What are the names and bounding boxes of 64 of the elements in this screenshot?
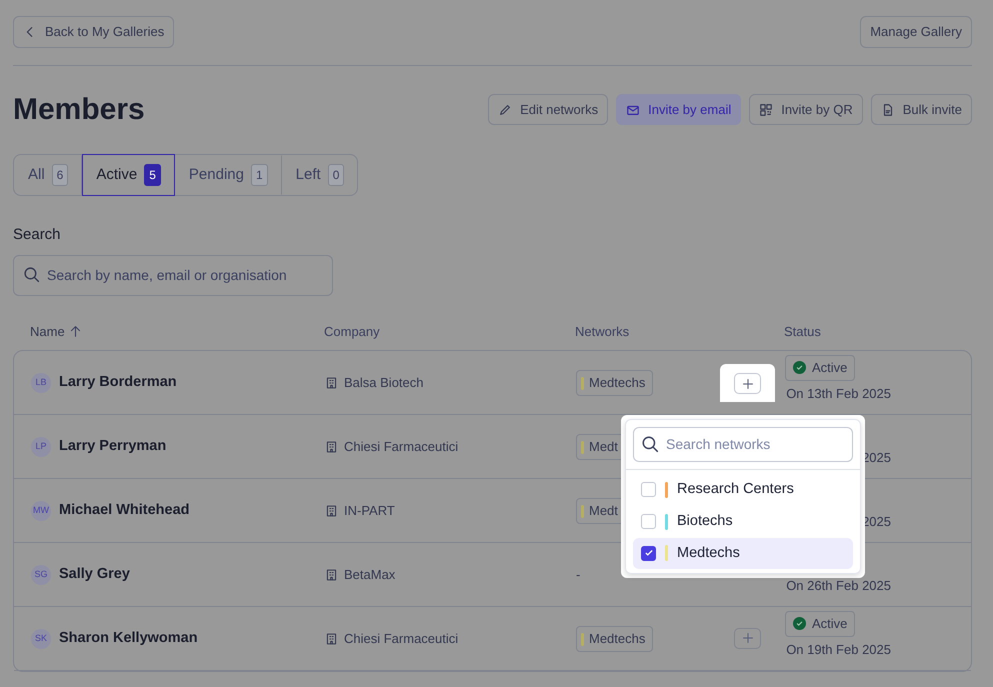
- avatar: LP: [31, 437, 51, 458]
- back-button[interactable]: Back to My Galleries: [13, 16, 174, 48]
- avatar: LB: [31, 373, 51, 394]
- member-name: Michael Whitehead: [59, 501, 190, 520]
- building-icon: [325, 504, 338, 518]
- action-button[interactable]: Edit networks: [488, 94, 608, 126]
- member-name: Sharon Kellywoman: [59, 629, 198, 648]
- action-button[interactable]: Invite by QR: [749, 94, 863, 126]
- filter-tab[interactable]: Pending 1: [174, 154, 282, 196]
- company-name: Chiesi Farmaceutici: [344, 630, 458, 648]
- check-icon: [644, 548, 654, 558]
- action-button[interactable]: Invite by email: [616, 94, 742, 126]
- member-name: Sally Grey: [59, 565, 130, 584]
- filter-tab[interactable]: All 6: [14, 154, 82, 196]
- avatar: SK: [31, 629, 51, 650]
- company-name: IN-PART: [344, 502, 395, 520]
- network-tag: Medtechs: [576, 626, 654, 652]
- plus-icon: [742, 632, 754, 644]
- sort-arrow-up-icon: [68, 324, 82, 338]
- avatar: SG: [31, 565, 51, 586]
- count-badge: 5: [144, 164, 161, 186]
- status-badge: Active: [785, 611, 856, 637]
- joined-date: On 19th Feb 2025: [785, 640, 891, 659]
- check-circle-icon: [793, 361, 806, 374]
- search-field[interactable]: Search by name, email or organisation: [13, 254, 333, 296]
- company-name: Balsa Biotech: [344, 374, 424, 392]
- column-header: Networks: [575, 322, 630, 341]
- checkbox[interactable]: [641, 546, 656, 561]
- page-title: Members: [13, 92, 145, 128]
- building-icon: [325, 632, 338, 646]
- count-badge: 6: [52, 164, 68, 186]
- pencil-icon: [498, 102, 512, 117]
- joined-date: On 13th Feb 2025: [785, 384, 891, 403]
- network-option[interactable]: Research Centers: [633, 474, 853, 506]
- member-name: Larry Perryman: [59, 437, 166, 456]
- company-name: Chiesi Farmaceutici: [344, 438, 458, 456]
- count-badge: 1: [250, 164, 268, 186]
- building-icon: [325, 568, 338, 582]
- building-icon: [325, 376, 338, 390]
- search-label: Search: [13, 225, 62, 246]
- avatar: MW: [31, 501, 51, 522]
- search-icon: [23, 266, 40, 283]
- qr-code-icon: [759, 102, 774, 117]
- check-circle-icon: [793, 617, 806, 630]
- manage-gallery-button[interactable]: Manage Gallery: [860, 16, 972, 48]
- network-option[interactable]: Biotechs: [633, 506, 853, 538]
- joined-date: On 26th Feb 2025: [785, 576, 891, 595]
- count-badge: 0: [328, 164, 344, 186]
- building-icon: [325, 440, 338, 454]
- filter-tab[interactable]: Left 0: [282, 154, 358, 196]
- status-badge: Active: [785, 355, 856, 381]
- network-tag: Medtechs: [576, 370, 654, 396]
- plus-icon: [742, 378, 754, 390]
- empty-networks: -: [576, 566, 580, 584]
- network-search-field[interactable]: Search networks: [633, 427, 853, 462]
- network-option[interactable]: Medtechs: [633, 538, 853, 570]
- member-name: Larry Borderman: [59, 373, 177, 392]
- company-name: BetaMax: [344, 566, 396, 584]
- column-header: Company: [324, 322, 380, 341]
- action-button[interactable]: Bulk invite: [870, 94, 972, 126]
- add-network-button[interactable]: [734, 373, 761, 394]
- column-header: Status: [784, 322, 821, 341]
- filter-tab[interactable]: Active 5: [82, 154, 175, 196]
- column-header[interactable]: Name: [30, 322, 65, 342]
